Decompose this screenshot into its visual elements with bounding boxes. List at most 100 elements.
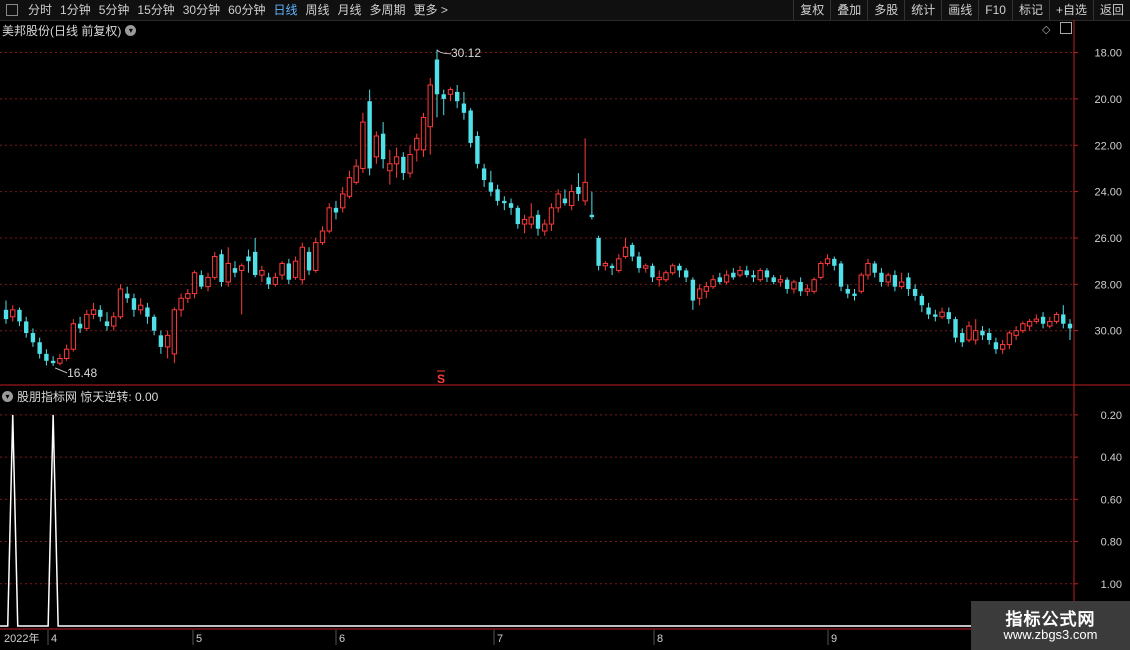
candle-body-up: [858, 274, 864, 292]
candle-body-up: [528, 216, 534, 225]
candle-body-up: [555, 193, 561, 209]
candle-body-down: [3, 309, 9, 320]
candle-body-up: [663, 272, 669, 281]
panel-toggle-icon[interactable]: [1060, 22, 1072, 34]
price-tick-label: 28.00: [1094, 279, 1122, 291]
candle-body-down: [380, 133, 386, 160]
time-label: 9: [831, 633, 837, 645]
candle-body-down: [535, 214, 541, 229]
candle-body-up: [898, 281, 905, 288]
candle-body-up: [178, 297, 184, 311]
candle-body-up: [319, 230, 326, 244]
candle-body-down: [926, 307, 931, 315]
candle-body-down: [199, 275, 204, 287]
candle-body-down: [912, 288, 918, 296]
candle-body-down: [576, 186, 581, 194]
candle-body-down: [401, 156, 406, 174]
candle-body-up: [407, 154, 413, 174]
price-tick-label: 24.00: [1094, 187, 1122, 199]
candle-body-up: [70, 323, 77, 350]
candle-body-down: [266, 277, 271, 285]
candle-body-down: [946, 312, 951, 320]
chevron-down-icon[interactable]: ▾: [125, 25, 137, 36]
candle-body-up: [521, 218, 528, 225]
candle-body-down: [77, 323, 83, 329]
candle-body-down: [650, 265, 655, 278]
candle-body-down: [468, 110, 473, 143]
candle-body-down: [488, 182, 494, 192]
candle-body-up: [1006, 332, 1013, 346]
candle-body-down: [286, 263, 292, 280]
time-label: 7: [497, 633, 503, 645]
candle-body-down: [1067, 323, 1073, 329]
price-axis: 30.00 28.00 26.00 24.00 22.00 20.00 18.00 30.12…: [0, 20, 1130, 645]
candle-body-down: [50, 360, 56, 364]
high-price-label: 30.12: [451, 46, 481, 60]
candle-body-up: [1026, 320, 1033, 327]
candle-body-up: [602, 262, 609, 267]
candle-body-up: [292, 260, 299, 278]
candle-body-down: [434, 59, 440, 95]
indicator-line: [0, 414, 1074, 627]
time-label: 2022年: [4, 631, 39, 645]
candle-body-down: [44, 353, 49, 361]
candle-body-down: [151, 316, 157, 331]
candle-body-up: [865, 262, 871, 276]
stock-name-label: 美邦股份(日线 前复权): [2, 24, 122, 38]
candle-body-up: [939, 311, 945, 318]
candle-body-up: [63, 348, 70, 360]
candle-body-up: [447, 89, 454, 95]
candle-body-up: [393, 156, 400, 165]
time-label: 6: [339, 633, 345, 645]
candle-body-up: [171, 309, 178, 355]
chevron-down-icon[interactable]: ▾: [2, 391, 13, 402]
candle-body-up: [669, 265, 676, 274]
price-tick-label: 22.00: [1094, 140, 1122, 152]
candle-body-up: [966, 325, 972, 341]
candle-body-down: [744, 270, 749, 276]
candlestick-series: [3, 49, 1073, 366]
indicator-series: [0, 414, 1074, 627]
high-marker-arrow: [436, 49, 451, 55]
candle-body-up: [205, 276, 211, 288]
candle-body-up: [973, 330, 979, 341]
candle-body-up: [326, 207, 332, 232]
candle-body-up: [757, 269, 763, 281]
candle-body-down: [232, 268, 238, 273]
candle-body-up: [582, 181, 588, 202]
candle-body-up: [420, 116, 427, 151]
candle-body-up: [340, 193, 346, 209]
candle-body-up: [1013, 330, 1019, 336]
low-marker-arrow: [54, 367, 68, 374]
candle-body-down: [933, 314, 938, 317]
candle-body-down: [246, 256, 251, 262]
price-tick-label: 18.00: [1094, 48, 1122, 60]
candle-body-down: [879, 272, 884, 283]
time-label: 8: [657, 633, 663, 645]
main-panel-title[interactable]: 美邦股份(日线 前复权) ▾: [2, 22, 140, 39]
time-label: 4: [51, 633, 57, 645]
candle-body-up: [299, 246, 305, 281]
candle-body-down: [683, 270, 689, 278]
candle-body-down: [562, 198, 568, 204]
indicator-tick-label: 0.40: [1101, 452, 1122, 464]
candle-body-up: [811, 279, 817, 292]
candle-body-up: [804, 288, 811, 292]
signal-s-marker: S: [437, 372, 445, 386]
diamond-icon[interactable]: ◇: [1042, 23, 1050, 36]
candle-body-up: [164, 334, 171, 348]
grid-lines: [0, 52, 1074, 585]
kline-chart: 30.00 28.00 26.00 24.00 22.00 20.00 18.00 30.12…: [0, 20, 1130, 645]
candle-body-down: [1040, 316, 1046, 324]
indicator-panel-title[interactable]: ▾ 股朋指标网 惊天逆转: 0.00: [2, 388, 158, 405]
candle-body-up: [279, 262, 285, 276]
candle-body-down: [37, 342, 42, 354]
candle-body-down: [145, 307, 150, 317]
candle-body-up: [346, 177, 353, 197]
candle-body-up: [1033, 318, 1040, 322]
candle-body-down: [98, 309, 103, 317]
site-watermark: 指标公式网 www.zbgs3.com: [971, 601, 1130, 650]
candle-body-down: [596, 237, 601, 266]
candle-body-up: [111, 316, 117, 327]
candle-body-up: [824, 258, 831, 264]
